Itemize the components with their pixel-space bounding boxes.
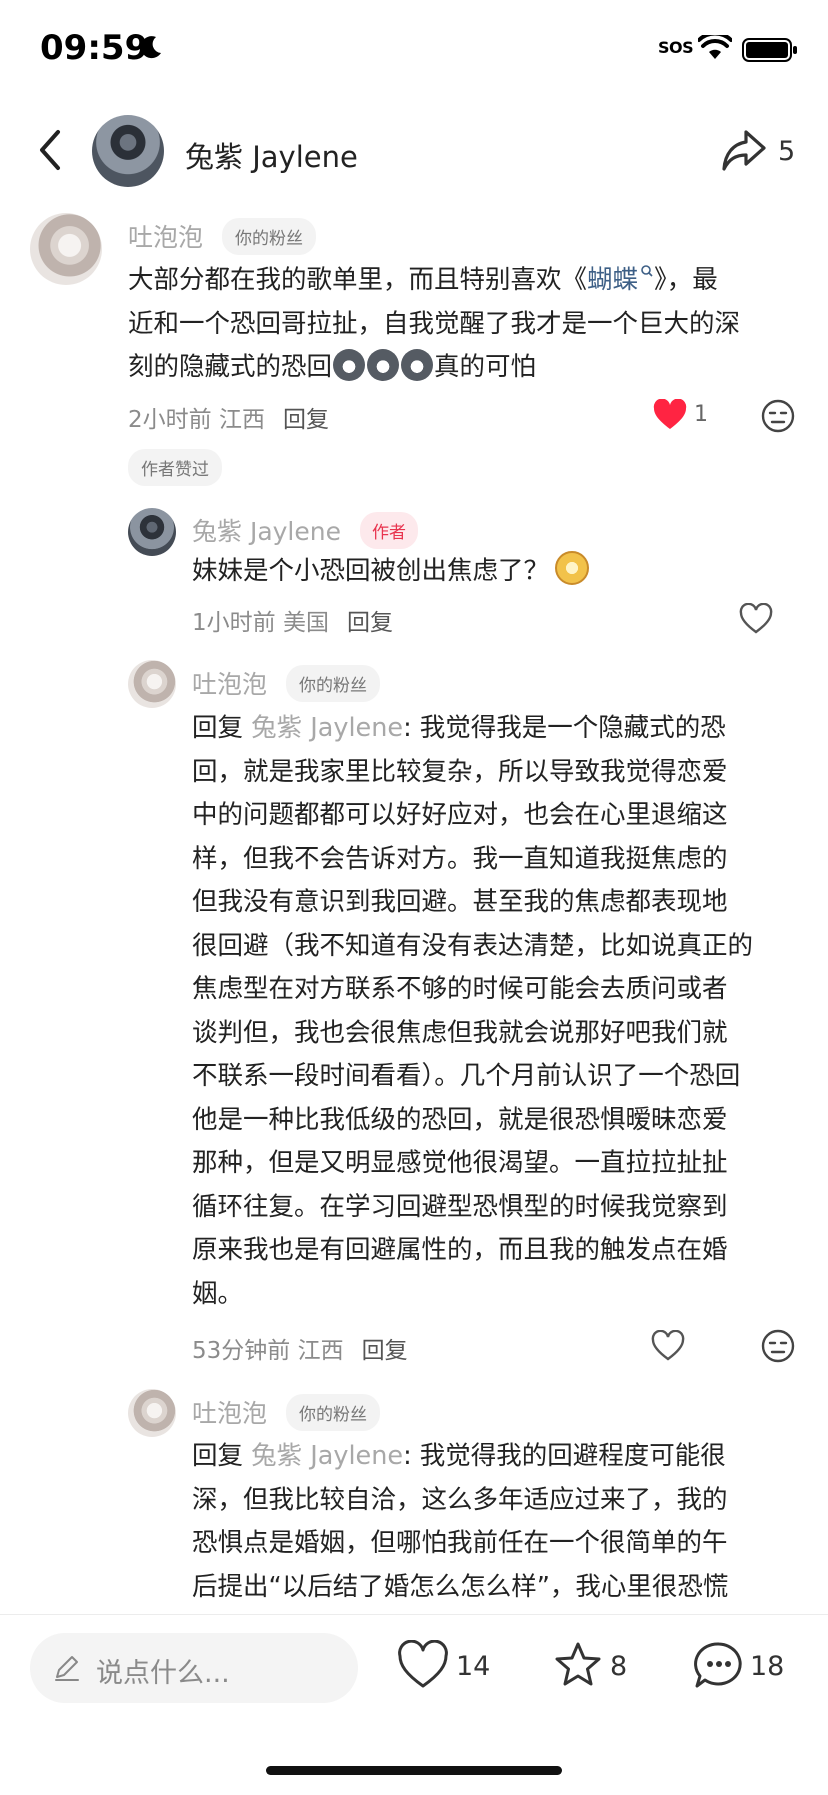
commenter-name[interactable]: 兔紫 Jaylene — [192, 512, 341, 548]
comment-time: 1小时前 美国 — [192, 610, 329, 636]
dislike-face-icon[interactable] — [760, 398, 796, 434]
comment-line: 姻。 — [192, 1278, 244, 1309]
comment-meta: 2小时前 江西 回复 — [128, 400, 329, 434]
back-arrow-icon[interactable] — [34, 128, 64, 172]
moon-icon — [140, 36, 161, 59]
like-count: 14 — [456, 1651, 491, 1682]
author-name[interactable]: 兔紫 Jaylene — [185, 134, 358, 176]
comment-line: 不联系一段时间看看）。几个月前认识了一个恐回 — [192, 1061, 741, 1091]
comment-text: 回复 兔紫 Jaylene: 我觉得我是一个隐藏式的恐 回，就是我家里比较复杂，… — [192, 707, 812, 1316]
wifi-icon — [698, 35, 732, 59]
heart-outline-icon[interactable] — [738, 603, 774, 635]
reply-button[interactable]: 回复 — [347, 610, 393, 636]
comment-like-count: 1 — [694, 402, 708, 427]
comment-line: 恐惧点是婚姻，但哪怕我前任在一个很简单的午 — [192, 1528, 728, 1558]
status-time: 09:59 — [40, 28, 149, 68]
author-tag: 作者 — [360, 512, 418, 549]
fan-tag: 你的粉丝 — [286, 1394, 380, 1431]
comment-line: 谈判但，我也会很焦虑但我就会说那好吧我们就 — [192, 1017, 728, 1048]
song-link[interactable]: 蝴蝶 — [587, 265, 654, 295]
fan-tag: 你的粉丝 — [222, 218, 316, 255]
comment-text: 妹妹是个小恐回被创出焦虑了？ — [192, 550, 590, 594]
commenter-name[interactable]: 吐泡泡 — [192, 1394, 267, 1430]
share-count: 5 — [778, 136, 796, 167]
commenter-avatar[interactable] — [128, 660, 176, 708]
comment-line: 深，但我比较自洽，这么多年适应过来了，我的 — [192, 1484, 728, 1515]
pencil-icon — [55, 1656, 79, 1681]
comment-time: 2小时前 江西 — [128, 407, 265, 433]
commenter-avatar[interactable] — [128, 1389, 176, 1437]
reply-button[interactable]: 回复 — [362, 1338, 408, 1364]
comment-meta: 53分钟前 江西 回复 — [192, 1331, 408, 1365]
comment-text: 回复 兔紫 Jaylene: 我觉得我的回避程度可能很 深，但我比较自洽，这么多… — [192, 1435, 812, 1609]
home-indicator — [266, 1766, 562, 1775]
comment-text: 大部分都在我的歌单里，而且特别喜欢《蝴蝶 》，最 近和一个恐回哥拉扯，自我觉醒了我… — [128, 259, 818, 390]
comment-bubble-icon[interactable] — [692, 1640, 746, 1690]
battery-icon — [742, 38, 797, 62]
share-icon[interactable] — [720, 128, 768, 174]
author-avatar-small[interactable] — [128, 508, 176, 556]
search-icon — [641, 265, 653, 277]
comment-meta: 1小时前 美国 回复 — [192, 603, 393, 637]
comment-line: 那种，但是又明显感觉他很渴望。一直拉拉扯扯 — [192, 1148, 728, 1178]
comment-line: 中的问题都都可以好好应对，也会在心里退缩这 — [192, 800, 728, 830]
comment-line: 回复 兔紫 Jaylene: 我觉得我是一个隐藏式的恐 — [192, 713, 726, 743]
comment-line: 大部分都在我的歌单里，而且特别喜欢《蝴蝶 》，最 — [128, 265, 718, 295]
comment-line: 循环往复。在学习回避型恐惧型的时候我觉察到 — [192, 1191, 728, 1222]
sos-indicator: SOS — [658, 38, 694, 57]
comment-line: 原来我也是有回避属性的，而且我的触发点在婚 — [192, 1235, 728, 1265]
cat-emoji — [367, 349, 400, 381]
reply-button[interactable]: 回复 — [283, 407, 329, 433]
comment-line: 很回避（我不知道有没有表达清楚，比如说真正的 — [192, 930, 754, 961]
comment-line: 回，就是我家里比较复杂，所以导致我觉得恋爱 — [192, 756, 728, 787]
comment-line: 焦虑型在对方联系不够的时候可能会去质问或者 — [192, 974, 728, 1004]
dislike-face-icon[interactable] — [760, 1328, 796, 1364]
comment-line: 刻的隐藏式的恐回 真的可怕 — [128, 346, 818, 390]
heart-filled-icon[interactable] — [652, 399, 688, 431]
comment-line: 样，但我不会告诉对方。我一直知道我挺焦虑的 — [192, 843, 728, 874]
comment-line: 后提出“以后结了婚怎么怎么样”，我心里很恐慌 — [192, 1571, 729, 1602]
sticker-emoji — [555, 551, 590, 585]
favorite-count: 8 — [610, 1651, 628, 1682]
heart-outline-icon[interactable] — [650, 1330, 686, 1362]
comment-count: 18 — [750, 1651, 785, 1682]
comment-line: 回复 兔紫 Jaylene: 我觉得我的回避程度可能很 — [192, 1441, 726, 1471]
author-avatar[interactable] — [92, 115, 164, 187]
commenter-avatar[interactable] — [30, 213, 102, 285]
comment-input-placeholder[interactable]: 说点什么... — [96, 1651, 230, 1690]
like-heart-icon[interactable] — [396, 1640, 450, 1690]
favorite-star-icon[interactable] — [552, 1640, 604, 1690]
cat-emoji — [401, 349, 434, 381]
fan-tag: 你的粉丝 — [286, 665, 380, 702]
comment-line: 他是一种比我低级的恐回，就是很恐惧暧昧恋爱 — [192, 1104, 728, 1135]
comment-line: 但我没有意识到我回避。甚至我的焦虑都表现地 — [192, 887, 728, 917]
author-liked-tag: 作者赞过 — [128, 449, 222, 486]
commenter-name[interactable]: 吐泡泡 — [128, 218, 203, 254]
reply-target[interactable]: 兔紫 Jaylene — [251, 713, 403, 743]
commenter-name[interactable]: 吐泡泡 — [192, 665, 267, 701]
comment-line: 近和一个恐回哥拉扯，自我觉醒了我才是一个巨大的深 — [128, 308, 741, 339]
cat-emoji — [333, 349, 366, 381]
reply-target[interactable]: 兔紫 Jaylene — [251, 1441, 403, 1471]
comment-time: 53分钟前 江西 — [192, 1338, 344, 1364]
